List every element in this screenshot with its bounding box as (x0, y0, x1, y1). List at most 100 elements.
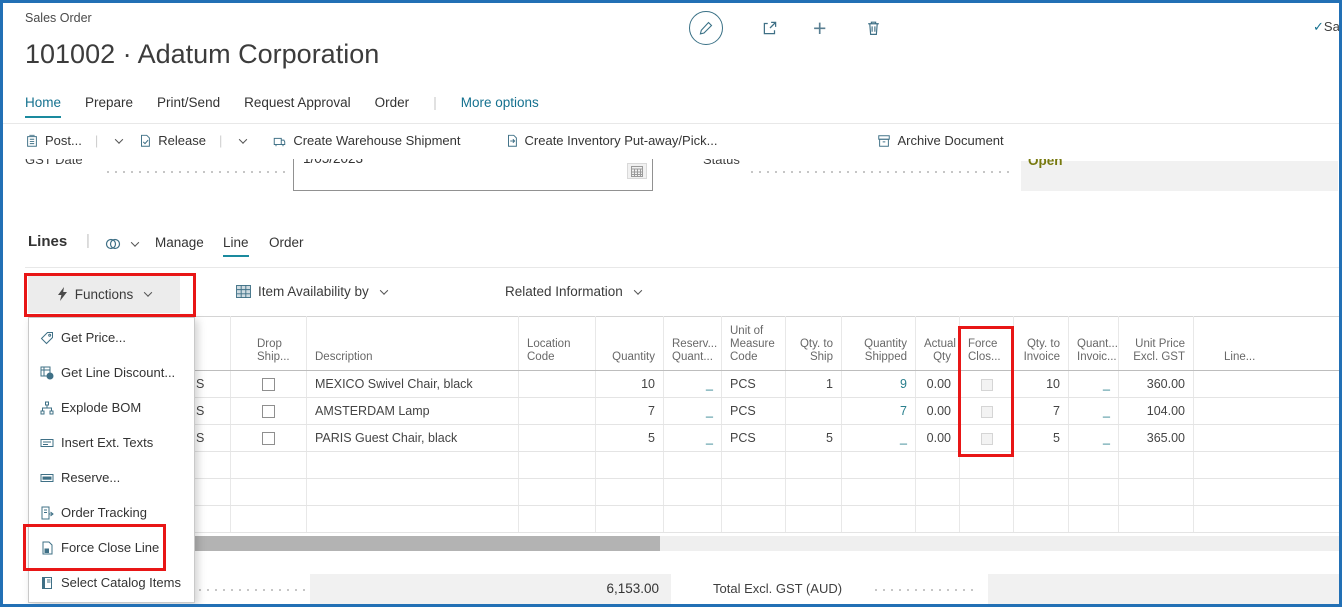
cell-location-code[interactable] (519, 398, 596, 425)
col-actual-qty[interactable]: Actual Qty (916, 317, 960, 371)
related-information-button[interactable]: Related Information (505, 284, 641, 299)
edit-icon[interactable] (689, 11, 723, 45)
cell-description[interactable]: PARIS Guest Chair, black (307, 425, 519, 452)
item-availability-button[interactable]: Item Availability by (236, 284, 387, 299)
lines-tab-line[interactable]: Line (223, 235, 249, 257)
horizontal-scrollbar[interactable] (193, 536, 1339, 551)
release-button[interactable]: Release| (138, 133, 246, 148)
cell-uom[interactable]: PCS (722, 398, 786, 425)
col-line[interactable]: Line... (1194, 317, 1342, 371)
cell-quantity[interactable]: 7 (596, 398, 664, 425)
chevron-down-icon[interactable] (115, 135, 123, 143)
force-closed-checkbox[interactable] (981, 379, 993, 391)
cell-line-amount[interactable] (1194, 371, 1342, 398)
tab-request-approval[interactable]: Request Approval (244, 95, 351, 116)
cell-description[interactable]: AMSTERDAM Lamp (307, 398, 519, 425)
new-icon[interactable]: + (813, 15, 831, 33)
menu-item-force-close-line[interactable]: Force Close Line (29, 530, 194, 565)
cell-actual-qty[interactable]: 0.00 (916, 425, 960, 452)
col-drop-ship[interactable]: Drop Ship... (231, 317, 307, 371)
share-icon[interactable] (761, 19, 779, 37)
scrollbar-thumb[interactable] (193, 536, 660, 551)
cell-actual-qty[interactable]: 0.00 (916, 398, 960, 425)
col-description[interactable]: Description (307, 317, 519, 371)
cell-line-amount[interactable] (1194, 398, 1342, 425)
cell-quantity-invoiced[interactable]: _ (1069, 425, 1119, 452)
col-location-code[interactable]: Location Code (519, 317, 596, 371)
cell-qty-to-ship[interactable]: 1 (786, 371, 842, 398)
cell-location-code[interactable] (519, 425, 596, 452)
drop-ship-checkbox[interactable] (262, 405, 275, 418)
cell-item-no[interactable]: S (194, 425, 231, 452)
cell-qty-to-invoice[interactable]: 10 (1014, 371, 1069, 398)
create-inventory-putaway-button[interactable]: Create Inventory Put-away/Pick... (505, 133, 718, 148)
archive-document-button[interactable]: Archive Document (877, 133, 1003, 148)
menu-item-order-tracking[interactable]: Order Tracking (29, 495, 194, 530)
calendar-icon[interactable] (627, 163, 647, 179)
cell-quantity-shipped[interactable]: 9 (842, 371, 916, 398)
post-button[interactable]: Post...| (25, 133, 122, 148)
chevron-down-icon[interactable] (239, 135, 247, 143)
col-qty-to-ship[interactable]: Qty. to Ship (786, 317, 842, 371)
cell-location-code[interactable] (519, 371, 596, 398)
cell-unit-price[interactable]: 104.00 (1119, 398, 1194, 425)
menu-item-select-catalog-items[interactable]: Select Catalog Items (29, 565, 194, 600)
col-quantity[interactable]: Quantity (596, 317, 664, 371)
lines-tab-order[interactable]: Order (269, 235, 304, 250)
col-reserved-quantity[interactable]: Reserv... Quant... (664, 317, 722, 371)
cell-uom[interactable]: PCS (722, 425, 786, 452)
cell-reserved-quantity[interactable]: _ (664, 371, 722, 398)
force-closed-checkbox[interactable] (981, 406, 993, 418)
cell-quantity[interactable]: 5 (596, 425, 664, 452)
cell-qty-to-ship[interactable] (786, 398, 842, 425)
cell-item-no[interactable]: S (194, 398, 231, 425)
cell-quantity[interactable]: 10 (596, 371, 664, 398)
lines-tab-manage[interactable]: Manage (155, 235, 204, 250)
cell-uom[interactable]: PCS (722, 371, 786, 398)
functions-menu: Get Price... Get Line Discount... Explod… (28, 317, 195, 603)
menu-item-reserve[interactable]: Reserve... (29, 460, 194, 495)
menu-item-get-price[interactable]: Get Price... (29, 320, 194, 355)
cell-qty-to-invoice[interactable]: 7 (1014, 398, 1069, 425)
cell-quantity-shipped[interactable]: _ (842, 425, 916, 452)
dotted-leader (875, 589, 979, 591)
cell-unit-price[interactable]: 365.00 (1119, 425, 1194, 452)
gst-date-input[interactable]: 1/05/2023 (293, 159, 653, 191)
col-force-closed[interactable]: Force Clos... (960, 317, 1014, 371)
delete-icon[interactable] (865, 19, 883, 37)
tab-print-send[interactable]: Print/Send (157, 95, 220, 116)
cell-actual-qty[interactable]: 0.00 (916, 371, 960, 398)
create-warehouse-shipment-button[interactable]: Create Warehouse Shipment (272, 133, 460, 148)
cell-reserved-quantity[interactable]: _ (664, 398, 722, 425)
cell-description[interactable]: MEXICO Swivel Chair, black (307, 371, 519, 398)
functions-button[interactable]: Functions (28, 275, 180, 313)
cell-item-no[interactable]: S (194, 371, 231, 398)
tab-prepare[interactable]: Prepare (85, 95, 133, 116)
cell-line-amount[interactable] (1194, 425, 1342, 452)
cell-quantity-invoiced[interactable]: _ (1069, 371, 1119, 398)
cell-quantity-shipped[interactable]: 7 (842, 398, 916, 425)
col-quantity-invoiced[interactable]: Quant... Invoic... (1069, 317, 1119, 371)
menu-item-insert-ext-texts[interactable]: Insert Ext. Texts (29, 425, 194, 460)
col-quantity-shipped[interactable]: Quantity Shipped (842, 317, 916, 371)
col-unit-price[interactable]: Unit Price Excl. GST (1119, 317, 1194, 371)
col-qty-to-invoice[interactable]: Qty. to Invoice (1014, 317, 1069, 371)
col-no[interactable] (194, 317, 231, 371)
cell-qty-to-invoice[interactable]: 5 (1014, 425, 1069, 452)
col-unit-of-measure[interactable]: Unit of Measure Code (722, 317, 786, 371)
cell-quantity-invoiced[interactable]: _ (1069, 398, 1119, 425)
drop-ship-checkbox[interactable] (262, 378, 275, 391)
cell-qty-to-ship[interactable]: 5 (786, 425, 842, 452)
menu-item-explode-bom[interactable]: Explode BOM (29, 390, 194, 425)
drop-ship-checkbox[interactable] (262, 432, 275, 445)
tab-home[interactable]: Home (25, 95, 61, 118)
menu-item-get-line-discount[interactable]: Get Line Discount... (29, 355, 194, 390)
tab-order[interactable]: Order (375, 95, 410, 116)
focus-mode-button[interactable] (103, 236, 138, 252)
saved-indicator[interactable]: ✓Sa (1313, 19, 1340, 35)
cell-unit-price[interactable]: 360.00 (1119, 371, 1194, 398)
tab-more-options[interactable]: More options (461, 95, 539, 116)
cell-reserved-quantity[interactable]: _ (664, 425, 722, 452)
grid-header-row: Drop Ship... Description Location Code Q… (194, 317, 1342, 371)
force-closed-checkbox[interactable] (981, 433, 993, 445)
